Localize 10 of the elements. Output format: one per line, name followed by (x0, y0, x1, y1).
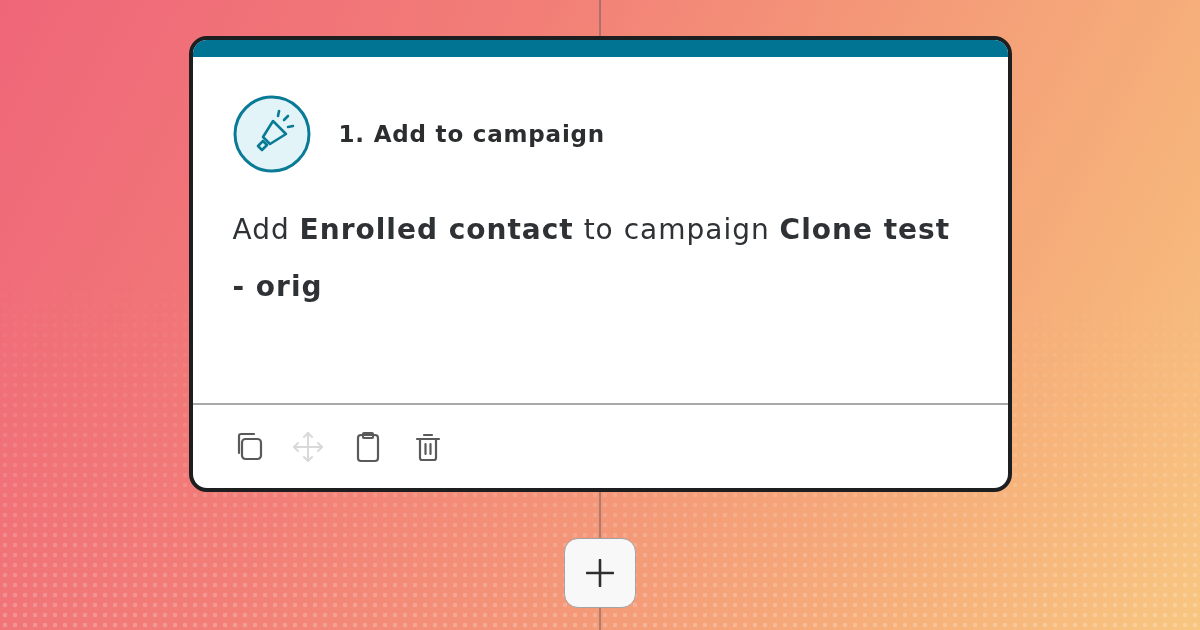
four-arrows-icon (291, 430, 324, 463)
connector-line (599, 608, 601, 630)
connector-line (599, 492, 601, 538)
add-step-button[interactable] (564, 538, 636, 608)
step-title: 1. Add to campaign (338, 121, 605, 147)
action-card[interactable]: 1. Add to campaign Add Enrolled contact to campaign Clone test - orig (188, 36, 1012, 492)
action-description: Add Enrolled contact to campaign Clone test - orig (232, 212, 952, 305)
connector-line (599, 0, 601, 36)
megaphone-icon (232, 95, 311, 173)
plus-icon (586, 559, 614, 587)
